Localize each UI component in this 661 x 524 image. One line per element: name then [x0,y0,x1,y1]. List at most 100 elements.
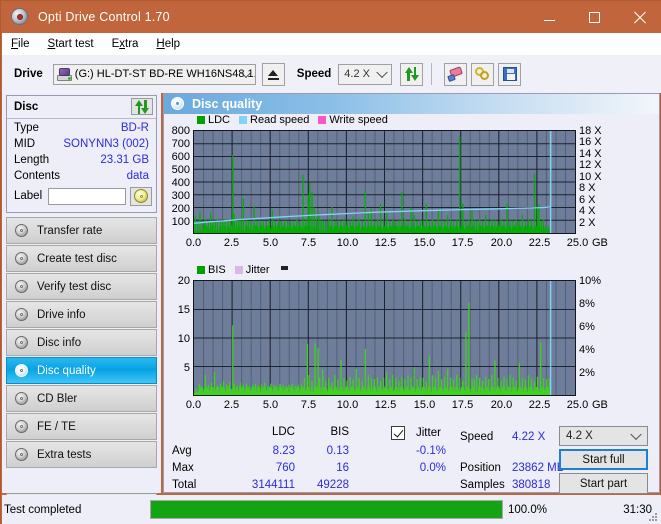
disc-key-contents: Contents [14,170,61,182]
disc-panel-title: Disc [14,101,39,113]
bis-y2tick: 6% [579,321,595,333]
disc-label-apply-button[interactable] [130,186,152,206]
legend-swatch-extra [280,265,288,270]
optical-disc-icon [10,7,30,27]
stats-key-samples: Samples [460,479,505,491]
menu-item-help[interactable]: Help [156,38,180,50]
ldc-xtick: 2.5 [223,237,240,249]
legend-swatch-write-speed [318,116,327,124]
legend-label-write-speed: Write speed [329,114,388,126]
ldc-xtick: 0.0 [185,237,202,249]
sidebar-item-label: Disc quality [37,364,96,377]
disc-value-type: BD-R [120,122,149,134]
progress-bar-fill [151,501,502,518]
ldc-xtick: 5.0 [262,237,279,249]
stats-max-ldc: 760 [275,462,295,474]
sidebar-item-verify-test-disc[interactable]: Verify test disc [6,273,157,300]
disc-icon [14,279,31,294]
start-full-label: Start full [582,453,625,466]
sidebar-item-fe-te[interactable]: FE / TE [6,413,157,440]
maximize-button[interactable] [572,1,617,33]
menu-item-extra[interactable]: Extra [112,38,139,50]
main-panel: Disc quality LDC Read speed Write speed … [163,93,660,494]
window-title: Opti Drive Control 1.70 [38,10,170,24]
left-panel: Disc Type BD-R MID SONYNN3 (002) Length … [2,93,161,512]
sidebar-item-extra-tests[interactable]: Extra tests [6,441,157,468]
sidebar-item-label: FE / TE [37,420,76,433]
ldc-xtick: 15.0 [413,237,436,249]
stats-header-bis: BIS [330,426,349,438]
save-button[interactable] [498,62,522,86]
legend-swatch-read-speed [239,116,248,124]
progress-percent-area: 100.0% [508,500,568,519]
sidebar-item-label: Disc info [37,336,82,349]
start-part-label: Start part [579,477,628,490]
stats-key-speed: Speed [460,431,494,443]
refresh-button[interactable] [400,62,424,86]
speed-select[interactable]: 4.2 X [338,63,393,85]
plot1-svg [194,131,575,233]
ldc-xtick: 7.5 [300,237,317,249]
sidebar-item-label: Verify test disc [37,280,112,293]
test-speed-select[interactable]: 4.2 X [559,426,648,446]
sidebar-item-label: Transfer rate [37,224,103,237]
bis-y2tick: 10% [579,275,602,287]
bis-xtick: 12.5 [374,399,397,411]
chain-link-icon [474,67,491,81]
bis-xtick: 20.0 [490,399,513,411]
minimize-button[interactable] [527,1,572,33]
bis-chart-legend: BIS Jitter [197,264,288,276]
disc-row-type: Type BD-R [7,120,156,136]
plot2-svg [194,281,575,395]
sidebar-nav: Transfer rate Create test disc Verify te… [6,217,157,469]
ldc-xtick: 22.5 [528,237,551,249]
sidebar-item-cd-bler[interactable]: CD Bler [6,385,157,412]
erase-button[interactable] [444,62,468,86]
disc-value-length: 23.31 GB [100,154,149,166]
close-button[interactable] [617,1,661,33]
bis-ytick: 5 [183,362,190,374]
ldc-plot-area [193,130,576,234]
start-part-button[interactable]: Start part [559,473,648,494]
disc-refresh-button[interactable] [131,98,153,115]
sidebar-item-transfer-rate[interactable]: Transfer rate [6,217,157,244]
disc-icon [14,251,31,266]
disc-info-panel: Disc Type BD-R MID SONYNN3 (002) Length … [6,95,157,213]
status-bar: Test completed 100.0% 31:30 [2,495,661,524]
eject-button[interactable] [261,62,285,86]
legend-label-jitter: Jitter [245,264,270,276]
ldc-y2tick: 16 X [579,136,602,148]
refresh-icon [404,67,419,81]
legend-swatch-bis [197,266,205,274]
disc-icon [14,391,31,406]
title-bar: Opti Drive Control 1.70 [1,1,661,33]
toolbar: Drive (G:) HL-DT-ST BD-RE WH16NS48 1.D3 … [2,55,661,93]
window-controls [527,1,661,33]
disc-icon [14,447,31,462]
resize-grip[interactable] [648,512,658,522]
legend-label-read-speed: Read speed [250,114,310,126]
ldc-xtick: 25.0 [566,237,589,249]
sidebar-item-disc-quality[interactable]: Disc quality [6,357,157,384]
disc-label-input[interactable] [48,187,127,205]
legend-swatch-jitter [234,266,243,274]
elapsed-time-area: 31:30 [572,500,652,519]
speed-label: Speed [296,68,332,80]
sidebar-item-drive-info[interactable]: Drive info [6,301,157,328]
ldc-xtick: 12.5 [374,237,397,249]
sidebar-item-label: Drive info [37,308,86,321]
menu-bar: FFileile Start test Extra Help [2,33,661,55]
sidebar-item-create-test-disc[interactable]: Create test disc [6,245,157,272]
menu-item-file[interactable]: FFileile [11,38,30,50]
ldc-xtick: 10.0 [336,237,359,249]
stats-total-ldc: 3144111 [251,479,295,491]
menu-item-start-test[interactable]: Start test [48,38,94,50]
drive-select[interactable]: (G:) HL-DT-ST BD-RE WH16NS48 1.D3 [52,63,256,85]
bis-xtick: 17.5 [451,399,474,411]
start-full-button[interactable]: Start full [559,449,648,470]
jitter-checkbox[interactable] [391,426,405,440]
link-button[interactable] [471,62,495,86]
bis-xtick: 15.0 [413,399,436,411]
sidebar-item-disc-info[interactable]: Disc info [6,329,157,356]
disc-panel-header: Disc [7,96,156,119]
